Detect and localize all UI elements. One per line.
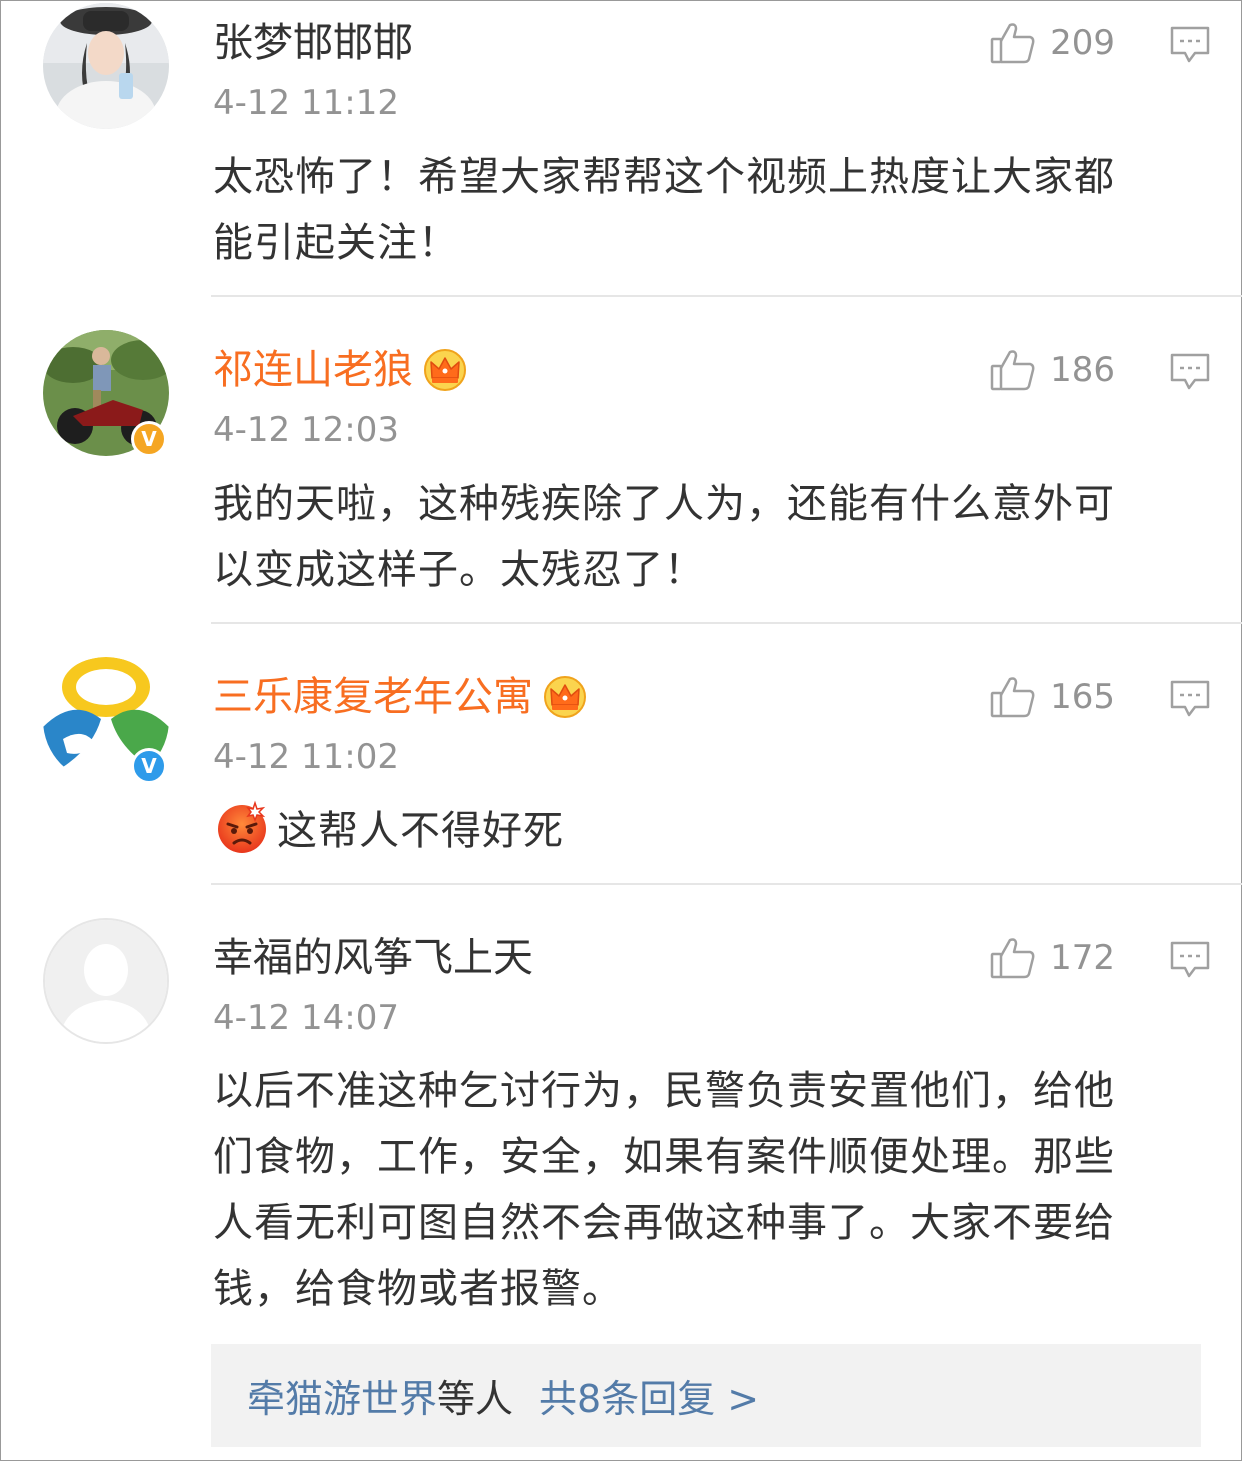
- comment-text-line: 钱，给食物或者报警。: [213, 1266, 623, 1312]
- comment-icon: [1170, 680, 1210, 717]
- comment-text: 我的天啦，这种残疾除了人为，还能有什么意外可 以变成这样子。太残忍了！: [213, 471, 1213, 603]
- like-button[interactable]: 165: [990, 675, 1115, 719]
- username[interactable]: 祁连山老狼: [213, 346, 467, 394]
- view-all-replies-link[interactable]: 共8条回复 >: [539, 1368, 759, 1423]
- angry-face-emoji: [218, 800, 266, 853]
- reply-summary[interactable]: 牵猫游世界 等人 共8条回复 >: [211, 1344, 1201, 1447]
- comment-time: 4-12 11:12: [213, 83, 399, 123]
- thumbs-up-icon: [990, 23, 1035, 64]
- like-count: 172: [1050, 938, 1115, 978]
- username-text[interactable]: 三乐康复老年公寓: [213, 673, 533, 721]
- username[interactable]: 幸福的风筝飞上天: [213, 934, 533, 982]
- comment-text-line: 这帮人不得好死: [277, 808, 564, 854]
- avatar-placeholder[interactable]: [43, 918, 169, 1044]
- comment-time: 4-12 14:07: [213, 998, 399, 1038]
- comment-text: 以后不准这种乞讨行为，民警负责安置他们，给他 们食物，工作，安全，如果有案件顺便…: [213, 1058, 1213, 1322]
- like-button[interactable]: 186: [990, 348, 1115, 392]
- vip-crown-icon: [544, 676, 586, 718]
- replier-name-link[interactable]: 牵猫游世界: [247, 1368, 437, 1423]
- comment-time: 4-12 11:02: [213, 737, 399, 777]
- like-count: 165: [1050, 677, 1115, 717]
- comment-icon: [1170, 26, 1210, 63]
- like-count: 186: [1050, 350, 1115, 390]
- comment-text: 太恐怖了！希望大家帮帮这个视频上热度让大家都 能引起关注！: [213, 144, 1213, 276]
- username[interactable]: 张梦邯邯邯: [213, 19, 413, 67]
- replier-suffix: 等人: [437, 1377, 514, 1421]
- thumbs-up-icon: [990, 938, 1035, 979]
- divider: [211, 622, 1242, 624]
- username-text[interactable]: 张梦邯邯邯: [213, 19, 413, 67]
- verified-badge: V: [131, 748, 167, 784]
- reply-button[interactable]: [1169, 352, 1211, 396]
- reply-button[interactable]: [1169, 940, 1211, 984]
- default-user-icon: [45, 920, 167, 1042]
- comment-text-line: 以后不准这种乞讨行为，民警负责安置他们，给他: [213, 1068, 1115, 1114]
- vip-crown-icon: [424, 349, 466, 391]
- comment-time: 4-12 12:03: [213, 410, 399, 450]
- comment-text-line: 人看无利可图自然不会再做这种事了。大家不要给: [213, 1200, 1115, 1246]
- comment-text-line: 太恐怖了！希望大家帮帮这个视频上热度让大家都: [213, 154, 1115, 200]
- comment-icon: [1170, 941, 1210, 978]
- divider: [211, 295, 1242, 297]
- comment-icon: [1170, 353, 1210, 390]
- username-text[interactable]: 幸福的风筝飞上天: [213, 934, 533, 982]
- comment-text-line: 以变成这样子。太残忍了！: [213, 547, 705, 593]
- thumbs-up-icon: [990, 677, 1035, 718]
- reply-button[interactable]: [1169, 679, 1211, 723]
- like-button[interactable]: 209: [990, 21, 1115, 65]
- verified-badge: V: [131, 421, 167, 457]
- reply-button[interactable]: [1169, 25, 1211, 69]
- username-text[interactable]: 祁连山老狼: [213, 346, 413, 394]
- like-count: 209: [1050, 23, 1115, 63]
- comment-text-line: 能引起关注！: [213, 220, 459, 266]
- username[interactable]: 三乐康复老年公寓: [213, 673, 587, 721]
- divider: [211, 883, 1242, 885]
- comment-text-line: 们食物，工作，安全，如果有案件顺便处理。那些: [213, 1134, 1115, 1180]
- comment-text-line: 我的天啦，这种残疾除了人为，还能有什么意外可: [213, 481, 1115, 527]
- comment-text: 这帮人不得好死: [215, 798, 1215, 864]
- like-button[interactable]: 172: [990, 936, 1115, 980]
- avatar[interactable]: [43, 3, 169, 129]
- thumbs-up-icon: [990, 350, 1035, 391]
